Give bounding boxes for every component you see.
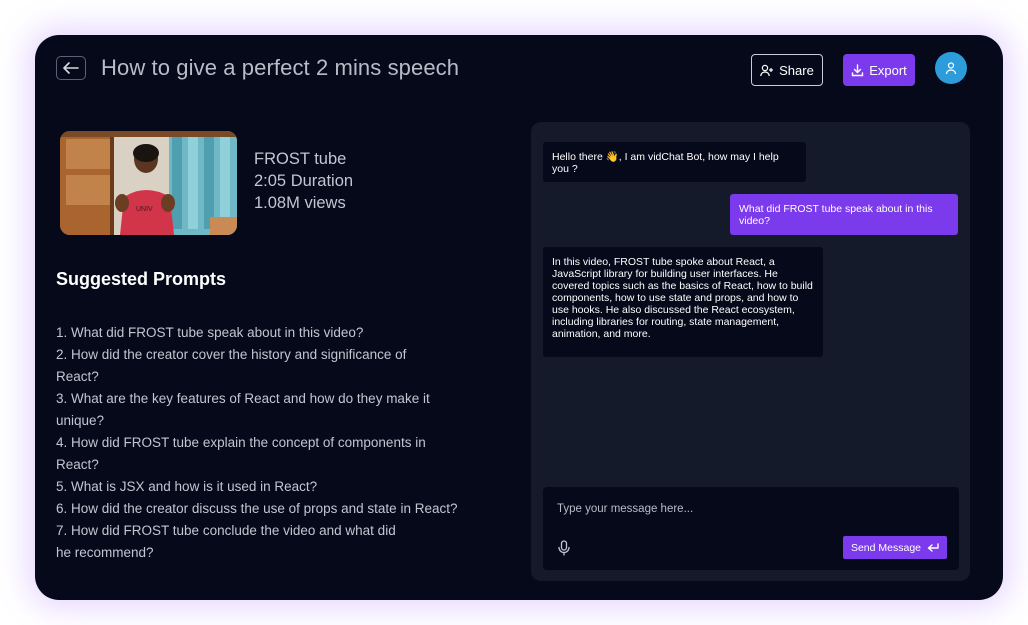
message-composer: Send Message [543,487,959,570]
prompt-item[interactable]: 4. How did FROST tube explain the concep… [56,432,451,476]
app-window: How to give a perfect 2 mins speech Shar… [35,35,1003,600]
share-label: Share [779,62,814,78]
prompt-item[interactable]: 6. How did the creator discuss the use o… [56,498,496,520]
prompt-item[interactable]: 7. How did FROST tube conclude the video… [56,520,396,564]
microphone-icon [558,540,570,556]
page-title: How to give a perfect 2 mins speech [101,55,460,80]
bot-message: In this video, FROST tube spoke about Re… [543,247,823,357]
avatar[interactable] [935,52,967,84]
video-views: 1.08M views [254,194,346,212]
share-button[interactable]: Share [751,54,823,86]
arrow-left-icon [63,62,79,74]
export-label: Export [869,62,907,78]
suggested-prompts-list: 1. What did FROST tube speak about in th… [56,322,496,564]
video-duration: 2:05 Duration [254,172,354,190]
video-meta: FROST tube 2:05 Duration 1.08M views [254,148,353,214]
download-icon [852,63,864,76]
mic-button[interactable] [556,539,572,557]
video-thumbnail[interactable]: UNIV [60,131,237,235]
chat-panel: Hello there 👋, I am vidChat Bot, how may… [531,122,970,581]
message-input[interactable] [555,499,939,519]
enter-icon [927,542,939,552]
prompt-item[interactable]: 2. How did the creator cover the history… [56,344,436,388]
export-button[interactable]: Export [843,54,915,86]
back-button[interactable] [56,56,86,80]
prompt-item[interactable]: 1. What did FROST tube speak about in th… [56,322,496,344]
user-plus-icon [760,64,774,76]
video-thumbnail-image: UNIV [60,131,237,235]
suggested-prompts-heading: Suggested Prompts [56,269,227,289]
prompt-item[interactable]: 3. What are the key features of React an… [56,388,441,432]
send-message-button[interactable]: Send Message [843,536,947,559]
user-icon [945,62,957,75]
prompt-item[interactable]: 5. What is JSX and how is it used in Rea… [56,476,496,498]
send-message-label: Send Message [850,541,922,554]
channel-name: FROST tube [254,150,347,168]
bot-message: Hello there 👋, I am vidChat Bot, how may… [543,142,806,182]
svg-text:UNIV: UNIV [136,206,153,213]
user-message: What did FROST tube speak about in this … [730,194,958,235]
